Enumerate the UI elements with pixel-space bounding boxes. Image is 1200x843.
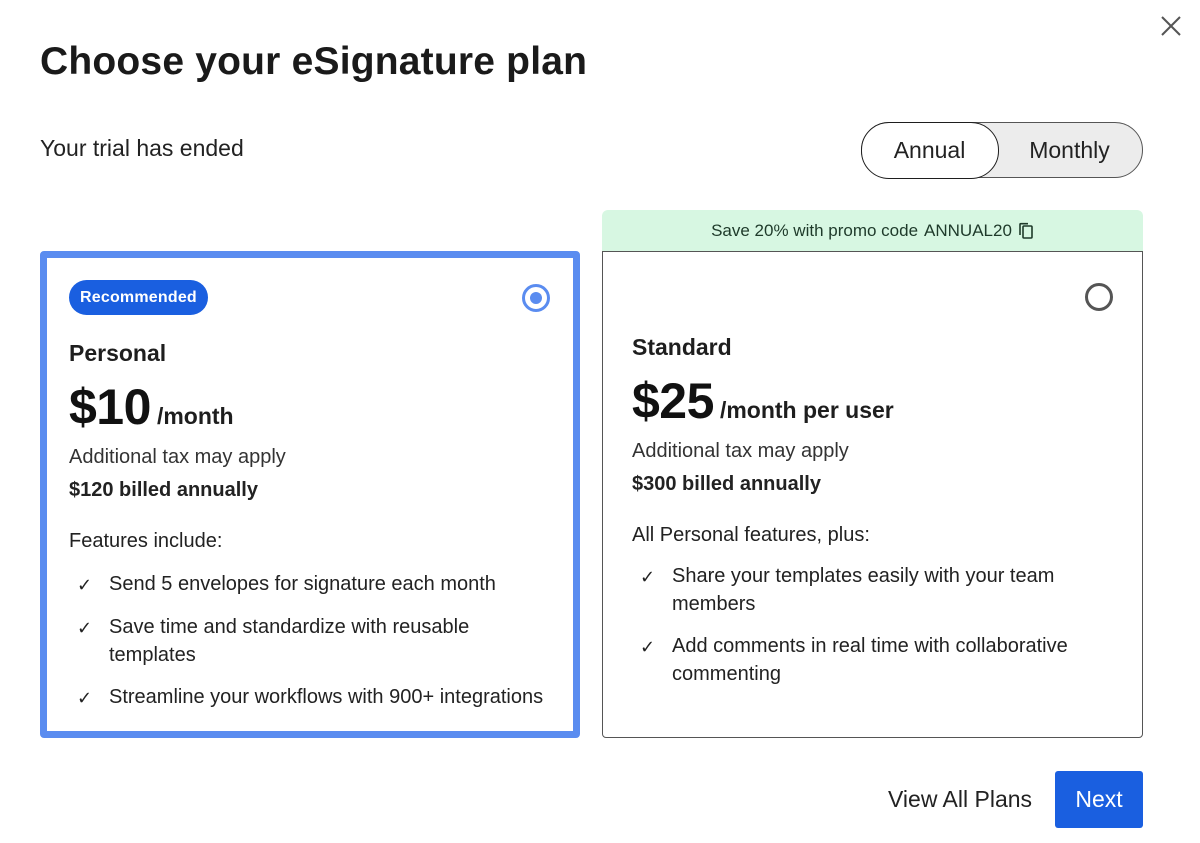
feature-list: ✓ Share your templates easily with your …	[640, 562, 1100, 702]
promo-text: Save 20% with promo code	[711, 221, 919, 240]
feature-item: ✓ Share your templates easily with your …	[640, 562, 1100, 618]
price-row: $25 /month per user	[632, 372, 894, 430]
checkmark-icon: ✓	[77, 575, 93, 595]
checkmark-icon: ✓	[640, 567, 656, 587]
features-label: All Personal features, plus:	[632, 524, 870, 546]
feature-item: ✓ Send 5 envelopes for signature each mo…	[77, 570, 557, 599]
plan-period: /month	[156, 403, 234, 429]
toggle-annual[interactable]: Annual	[860, 121, 999, 179]
recommended-badge: Recommended	[69, 280, 208, 315]
close-button[interactable]	[1157, 12, 1185, 40]
plan-card-standard[interactable]: Standard $25 /month per user Additional …	[602, 251, 1143, 738]
checkmark-icon: ✓	[77, 618, 93, 638]
plan-card-personal[interactable]: Recommended Personal $10 /month Addition…	[40, 251, 580, 738]
checkmark-icon: ✓	[77, 688, 93, 708]
plan-period: /month per user	[719, 397, 894, 423]
promo-banner: Save 20% with promo code ANNUAL20	[602, 210, 1143, 252]
tax-note: Additional tax may apply	[632, 440, 849, 462]
plan-radio-standard[interactable]	[1085, 283, 1113, 311]
billed-amount: $300 billed annually	[632, 473, 821, 495]
plan-price: $25	[632, 373, 714, 429]
close-icon	[1161, 16, 1181, 36]
feature-item: ✓ Add comments in real time with collabo…	[640, 632, 1100, 688]
feature-text: Share your templates easily with your te…	[672, 565, 1055, 615]
feature-text: Send 5 envelopes for signature each mont…	[109, 573, 496, 595]
toggle-monthly[interactable]: Monthly	[997, 123, 1142, 177]
features-label: Features include:	[69, 530, 223, 552]
dialog-title: Choose your eSignature plan	[40, 40, 588, 83]
feature-text: Save time and standardize with reusable …	[109, 616, 470, 666]
tax-note: Additional tax may apply	[69, 446, 286, 468]
feature-item: ✓ Streamline your workflows with 900+ in…	[77, 683, 557, 712]
plan-name: Personal	[69, 340, 167, 366]
plan-price: $10	[69, 379, 151, 435]
plan-dialog: Choose your eSignature plan Your trial h…	[0, 0, 1200, 843]
next-button[interactable]: Next	[1055, 771, 1143, 828]
view-all-plans-link[interactable]: View All Plans	[880, 772, 1040, 827]
checkmark-icon: ✓	[640, 637, 656, 657]
billed-amount: $120 billed annually	[69, 479, 258, 501]
feature-text: Streamline your workflows with 900+ inte…	[109, 686, 544, 708]
price-row: $10 /month	[69, 378, 234, 436]
plan-name: Standard	[632, 334, 732, 360]
plan-radio-personal[interactable]	[522, 284, 550, 312]
feature-text: Add comments in real time with collabora…	[672, 635, 1068, 685]
trial-status: Your trial has ended	[40, 135, 244, 161]
feature-item: ✓ Save time and standardize with reusabl…	[77, 613, 557, 669]
billing-toggle: Annual Monthly	[860, 121, 1143, 179]
copy-icon[interactable]	[1018, 222, 1034, 240]
feature-list: ✓ Send 5 envelopes for signature each mo…	[77, 570, 557, 726]
promo-code[interactable]: ANNUAL20	[924, 221, 1012, 241]
